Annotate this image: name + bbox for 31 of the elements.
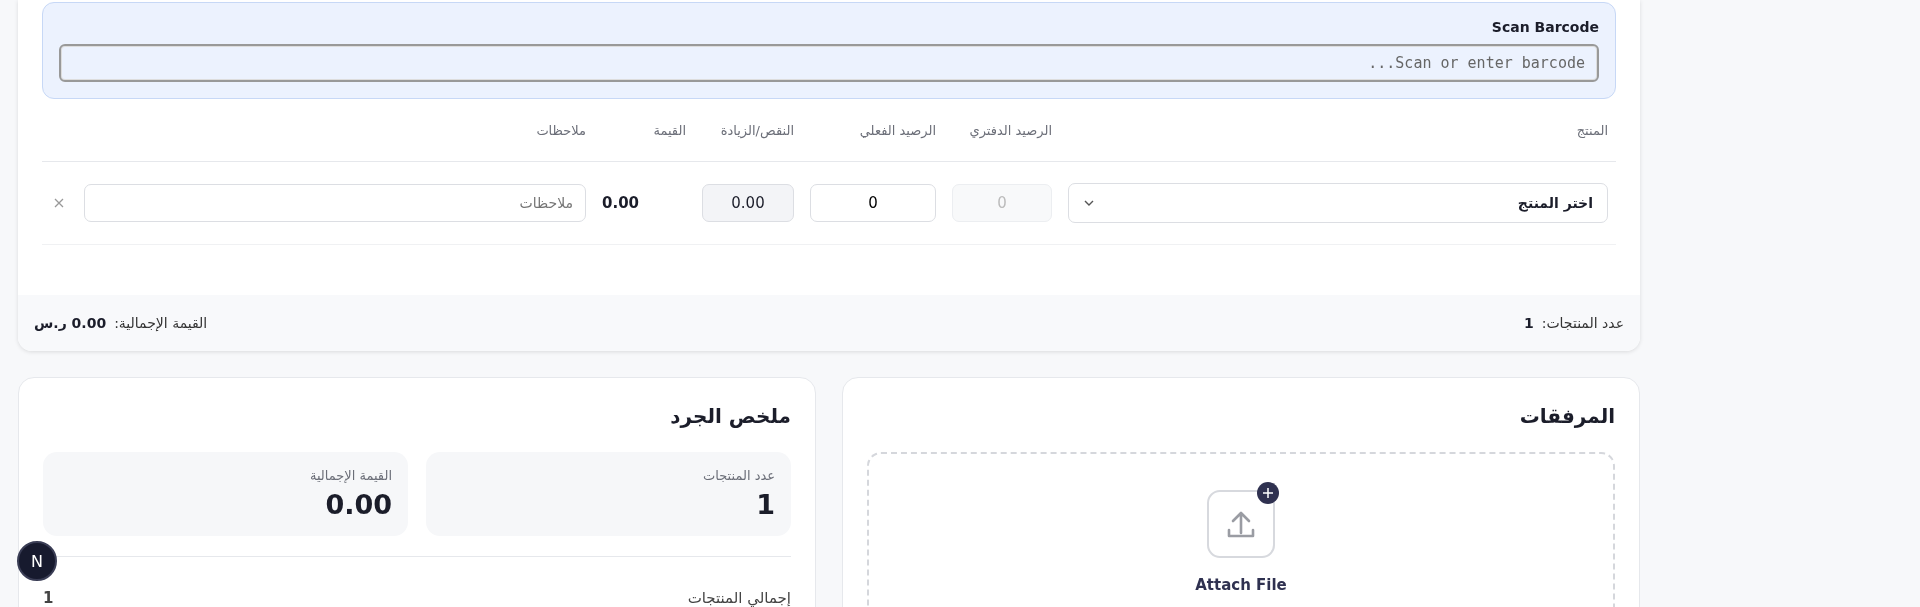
summary-value: 1: [43, 589, 54, 607]
actual-balance-input[interactable]: 0: [810, 184, 936, 222]
file-drop-zone[interactable]: Attach File: [867, 452, 1615, 607]
barcode-label: Scan Barcode: [1490, 19, 1599, 35]
column-header: المنتج: [1575, 122, 1609, 138]
column-header: النقص/الزيادة: [719, 122, 795, 138]
stat-label: عدد المنتجات: [701, 468, 775, 483]
attach-file-label: Attach File: [1195, 576, 1287, 594]
card-title: ملخص الجرد: [669, 404, 791, 428]
notes-input[interactable]: ملاحظات: [84, 184, 586, 222]
book-balance-field: 0: [952, 184, 1052, 222]
column-header: القيمة: [652, 122, 687, 138]
difference-field: 0.00: [702, 184, 794, 222]
column-header: الرصيد الفعلي: [858, 122, 937, 138]
upload-icon: [1207, 490, 1275, 558]
plus-icon: [1257, 482, 1279, 504]
column-header: ملاحظات: [535, 122, 587, 138]
summary-label: إجمالي المنتجات: [687, 589, 791, 607]
card-title: المرفقات: [1518, 404, 1615, 428]
total-value: 0.00 ر.س: [34, 315, 107, 331]
barcode-input[interactable]: Scan or enter barcode...: [59, 44, 1599, 82]
stat-value: 0.00: [324, 489, 392, 520]
total-label: القيمة الإجمالية:: [114, 315, 208, 331]
close-icon[interactable]: [54, 198, 64, 208]
count-label: عدد المنتجات:: [1541, 315, 1624, 331]
value-text: 0.00: [602, 194, 640, 212]
stat-label: القيمة الإجمالية: [308, 468, 392, 483]
stat-value: 1: [755, 489, 775, 520]
product-select[interactable]: اختر المنتج: [1068, 183, 1608, 223]
column-header: الرصيد الدفتري: [968, 122, 1053, 138]
count-value: 1: [1523, 315, 1534, 331]
